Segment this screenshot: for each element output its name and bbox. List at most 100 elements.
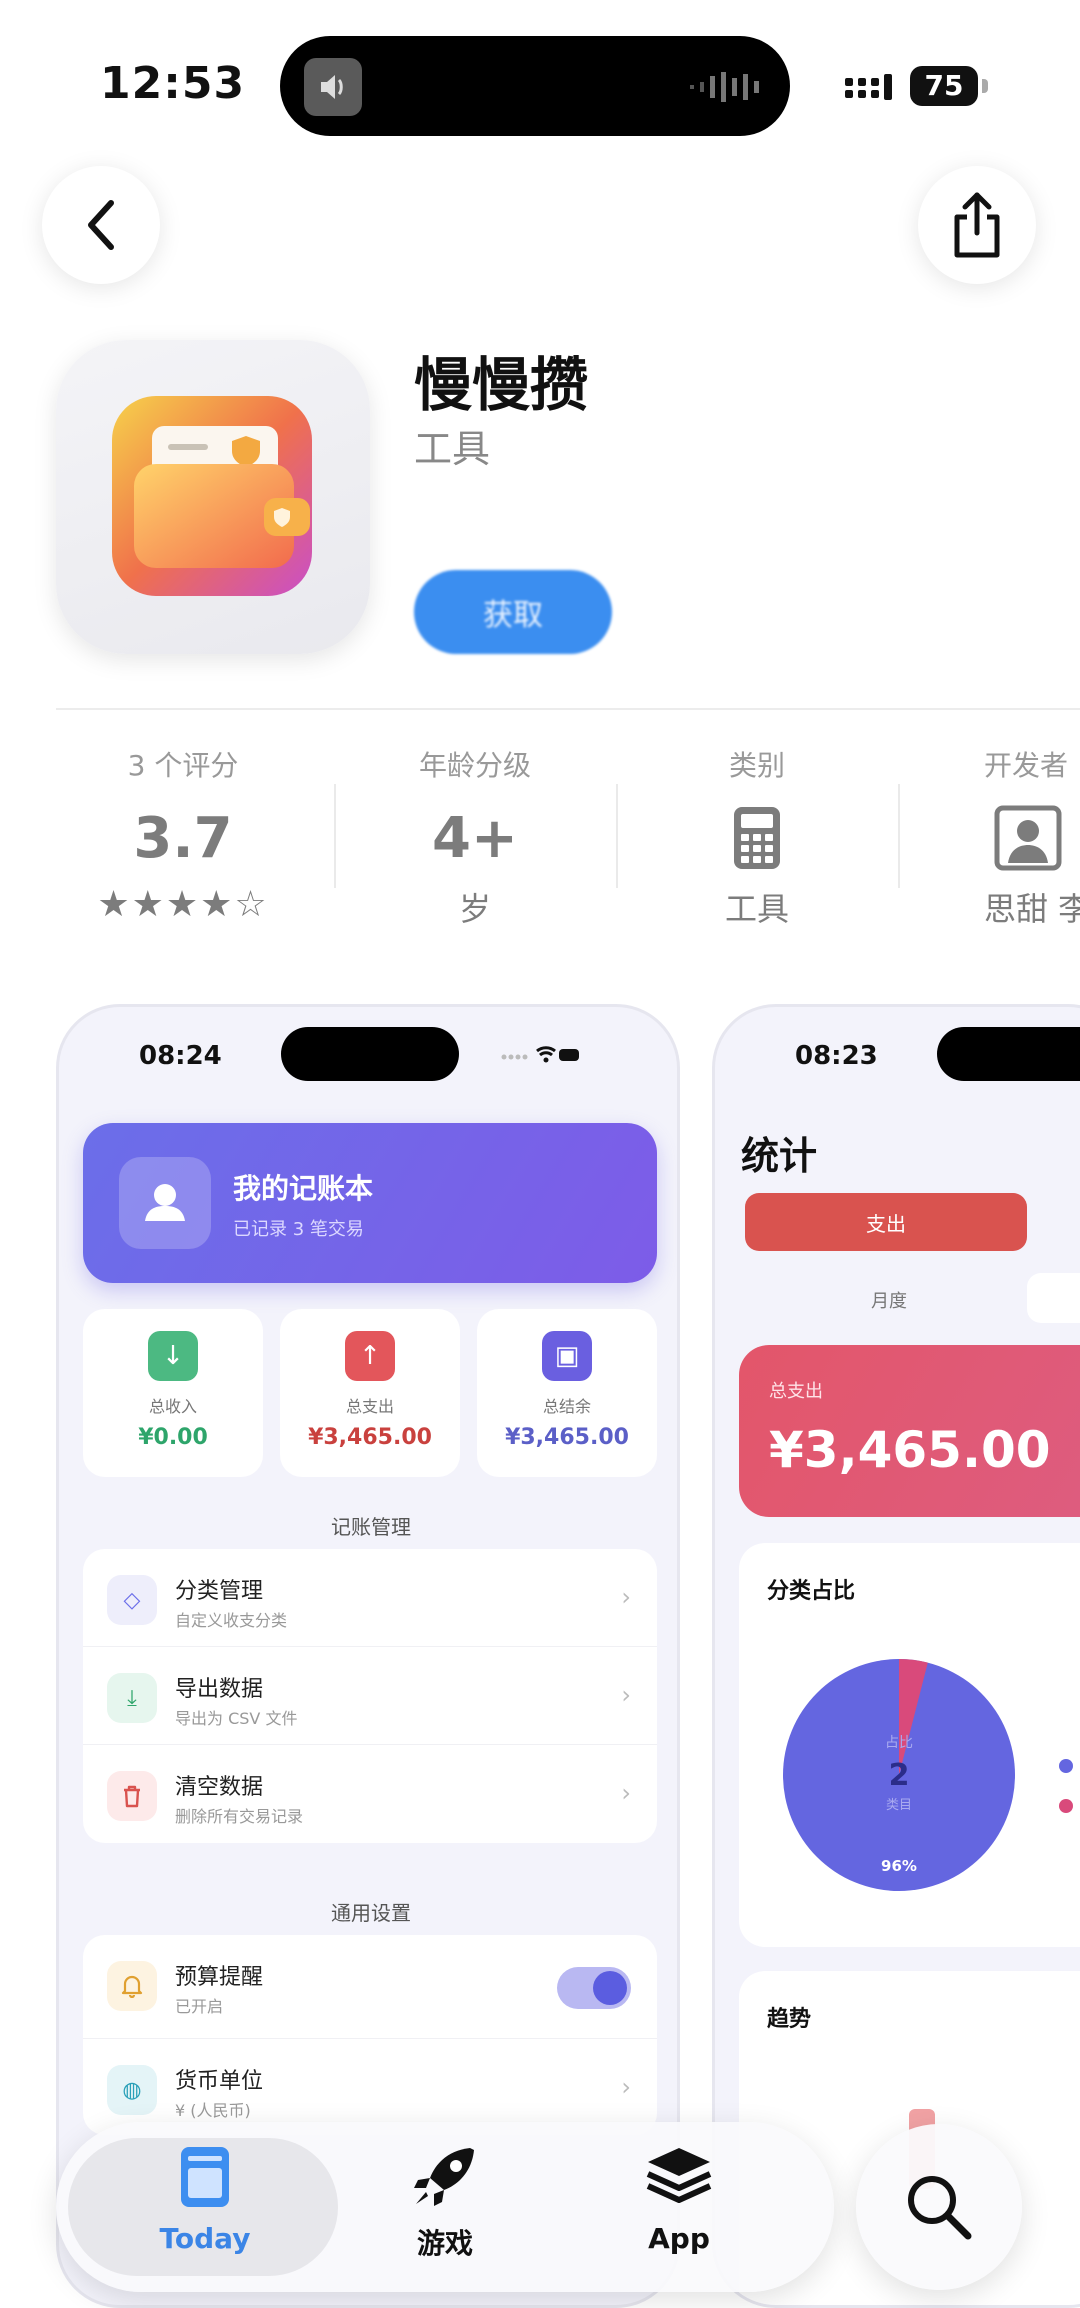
stat-label: 总结余	[542, 1397, 591, 1416]
stat-income: ↓ 总收入 ¥0.00	[83, 1309, 263, 1477]
list-item-category[interactable]: ◇ 分类管理 自定义收支分类 ›	[83, 1549, 657, 1647]
share-button[interactable]	[918, 166, 1036, 284]
period-label: 月度	[871, 1291, 907, 1312]
total-value: ¥3,465.00	[769, 1421, 1051, 1479]
chevron-right-icon: ›	[621, 1583, 631, 1611]
person-icon	[994, 805, 1062, 871]
period-selector[interactable]	[1027, 1273, 1080, 1323]
chevron-right-icon: ›	[621, 1779, 631, 1807]
shot-status-time: 08:23	[795, 1041, 878, 1071]
card-title: 趋势	[767, 2007, 812, 2032]
shot-status-icons	[501, 1046, 579, 1063]
pie-center-top: 占比	[885, 1735, 913, 1751]
ledger-title: 我的记账本	[233, 1172, 374, 1205]
app-icon	[56, 340, 370, 654]
ratings-label: 3 个评分	[127, 749, 239, 782]
ratings-value: 3.7	[133, 805, 233, 871]
category-share-card: 分类占比 占比 2 类目 96%	[739, 1543, 1080, 1947]
row-desc: ¥ (人民币)	[175, 2101, 251, 2120]
developer-info[interactable]: 开发者 思甜 李	[898, 744, 1080, 930]
ledger-management-list: ◇ 分类管理 自定义收支分类 › ⤓ 导出数据 导出为 CSV 文件 › 清空数…	[83, 1549, 657, 1843]
calculator-icon	[734, 807, 780, 869]
stat-label: 总收入	[148, 1397, 197, 1416]
tab-today[interactable]: Today	[110, 2144, 300, 2274]
search-button[interactable]	[856, 2124, 1022, 2290]
stat-balance: ▣ 总结余 ¥3,465.00	[477, 1309, 657, 1477]
signal-icon	[845, 74, 892, 100]
screenshot-statistics[interactable]: 08:23 统计 支出 月度 总支出 ¥3,465.00 分类占比 占比 2 类…	[712, 1004, 1080, 2308]
arrow-up-icon: ↑	[345, 1331, 395, 1381]
app-name: 慢慢攒	[414, 351, 589, 419]
budget-toggle[interactable]	[557, 1967, 631, 2009]
wallet-icon: ▣	[542, 1331, 592, 1381]
arrow-down-icon: ↓	[148, 1331, 198, 1381]
age-info[interactable]: 年龄分级 4+ 岁	[334, 744, 616, 930]
category-icon: ◇	[107, 1575, 157, 1625]
list-item-budget[interactable]: 预算提醒 已开启	[83, 1935, 657, 2039]
row-title: 预算提醒	[175, 1965, 264, 1990]
shot-dynamic-island	[937, 1027, 1080, 1081]
ledger-card: 我的记账本 已记录 3 笔交易	[83, 1123, 657, 1283]
search-icon	[908, 2176, 972, 2240]
trash-icon	[107, 1771, 157, 1821]
stat-value: ¥0.00	[138, 1425, 208, 1450]
app-category: 工具	[414, 427, 491, 471]
speaker-icon	[304, 58, 362, 116]
stat-label: 总支出	[345, 1397, 394, 1416]
pie-chart: 占比 2 类目 96%	[783, 1658, 1015, 1891]
tab-label: 游戏	[416, 2227, 473, 2260]
developer-label: 开发者	[984, 749, 1069, 782]
screenshot-settings[interactable]: 08:24 我的记账本 已记录 3 笔交易 ↓ 总收入 ¥0.00 ↑ 总支出 …	[56, 1004, 680, 2308]
get-button[interactable]: 获取	[414, 570, 612, 654]
rocket-icon	[414, 2148, 474, 2206]
age-unit: 岁	[458, 890, 491, 928]
globe-icon: ◍	[107, 2065, 157, 2115]
list-item-clear[interactable]: 清空数据 删除所有交易记录 ›	[83, 1745, 657, 1843]
stat-expense: ↑ 总支出 ¥3,465.00	[280, 1309, 460, 1477]
category-value: 工具	[724, 890, 789, 928]
bell-icon	[107, 1961, 157, 2011]
download-icon: ⤓	[107, 1673, 157, 1723]
back-button[interactable]	[42, 166, 160, 284]
shot-dynamic-island	[281, 1027, 459, 1081]
age-label: 年龄分级	[418, 749, 531, 782]
legend-dot	[1059, 1759, 1073, 1773]
divider	[56, 708, 1080, 710]
row-desc: 导出为 CSV 文件	[175, 1709, 298, 1728]
row-desc: 自定义收支分类	[175, 1611, 288, 1630]
tab-label: App	[648, 2222, 710, 2255]
ratings-info[interactable]: 3 个评分 3.7 ★★★★☆	[42, 744, 324, 925]
today-icon	[181, 2147, 229, 2207]
category-info[interactable]: 类别 工具	[616, 744, 898, 930]
age-value: 4+	[432, 805, 518, 871]
section-title: 通用设置	[331, 1901, 411, 1925]
chevron-right-icon: ›	[621, 2073, 631, 2101]
total-expense-card: 总支出 ¥3,465.00	[739, 1345, 1080, 1517]
list-item-currency[interactable]: ◍ 货币单位 ¥ (人民币) ›	[83, 2039, 657, 2135]
battery-level: 75	[910, 66, 978, 106]
tab-expense[interactable]: 支出	[745, 1193, 1027, 1251]
chevron-left-icon	[88, 200, 114, 250]
card-title: 分类占比	[767, 1579, 856, 1604]
rating-stars: ★★★★☆	[97, 884, 269, 925]
pie-center-num: 2	[889, 1758, 910, 1793]
tab-apps[interactable]: App	[584, 2144, 774, 2274]
audio-wave-icon	[690, 72, 759, 102]
category-label: 类别	[728, 749, 785, 782]
avatar	[119, 1157, 211, 1249]
row-title: 清空数据	[175, 1775, 264, 1800]
list-item-export[interactable]: ⤓ 导出数据 导出为 CSV 文件 ›	[83, 1647, 657, 1745]
pie-center-bottom: 类目	[886, 1798, 912, 1813]
row-title: 货币单位	[175, 2069, 264, 2094]
ledger-subtitle: 已记录 3 笔交易	[233, 1219, 364, 1240]
status-time: 12:53	[100, 58, 246, 109]
tab-games[interactable]: 游戏	[350, 2144, 540, 2274]
dynamic-island	[280, 36, 790, 136]
shot-status-time: 08:24	[139, 1041, 222, 1071]
tab-bar: Today 游戏 App	[56, 2122, 834, 2292]
developer-name: 思甜 李	[984, 890, 1080, 928]
row-desc: 已开启	[175, 1997, 224, 2016]
general-settings-list: 预算提醒 已开启 ◍ 货币单位 ¥ (人民币) ›	[83, 1935, 657, 2135]
tab-label: Today	[159, 2222, 251, 2255]
section-title: 记账管理	[331, 1515, 411, 1539]
